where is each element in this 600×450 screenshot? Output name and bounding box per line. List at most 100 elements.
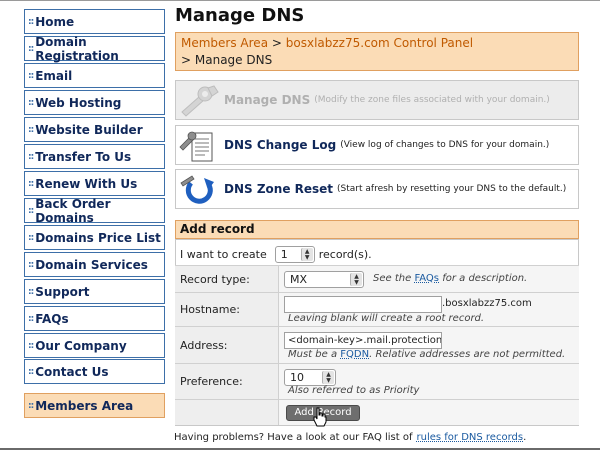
bullet-icon: :: <box>28 124 34 135</box>
breadcrumb-control-panel-link[interactable]: bosxlabzz75.com Control Panel <box>286 36 473 50</box>
sidebar-item-label: Back Order Domains <box>35 196 111 225</box>
sidebar-item-transfer-to-us[interactable]: :: Transfer To Us <box>24 144 165 169</box>
bullet-icon: :: <box>28 70 34 81</box>
record-type-row: Record type: MX ▲ ▼ See the FAQs for a de… <box>175 265 579 292</box>
record-type-value: MX <box>290 273 308 286</box>
record-count-select[interactable]: 1 ▲ ▼ <box>274 246 315 263</box>
bullet-icon: :: <box>28 366 34 377</box>
log-document-icon <box>179 131 213 162</box>
manage-dns-action: Manage DNS (Modify the zone files associ… <box>175 80 579 120</box>
address-hint-suffix: . Relative addresses are not permitted. <box>369 349 566 360</box>
hostname-input[interactable] <box>284 296 442 313</box>
bullet-icon: :: <box>28 340 34 351</box>
address-label: Address: <box>175 327 279 363</box>
sidebar-item-home[interactable]: :: Home <box>24 9 165 34</box>
dns-change-log-title[interactable]: DNS Change Log <box>224 138 336 152</box>
sidebar-item-label: Website Builder <box>35 122 143 137</box>
sidebar-item-label: Transfer To Us <box>35 149 132 164</box>
sidebar-item-label: Our Company <box>35 338 127 353</box>
preference-label: Preference: <box>175 364 279 399</box>
preference-value: 10 <box>290 371 304 384</box>
sidebar-item-domains-price-list[interactable]: :: Domains Price List <box>24 225 165 250</box>
submit-row <box>175 399 579 425</box>
record-count-suffix: record(s). <box>318 248 372 261</box>
record-count-row: I want to create 1 ▲ ▼ record(s). <box>180 246 372 263</box>
bullet-icon: :: <box>28 259 34 270</box>
sidebar-item-label: Domains Price List <box>35 230 161 245</box>
sidebar-item-label: Email <box>35 68 73 83</box>
breadcrumb-separator: > <box>181 53 192 67</box>
sidebar-item-label: Contact Us <box>35 364 109 379</box>
sidebar-item-renew-with-us[interactable]: :: Renew With Us <box>24 171 165 196</box>
dns-rules-link[interactable]: rules for DNS records <box>417 432 524 443</box>
help-footer-text: Having problems? Have a look at our FAQ … <box>174 432 413 443</box>
record-type-hint-prefix: See the <box>373 273 412 284</box>
dns-zone-reset-description: (Start afresh by resetting your DNS to t… <box>337 184 567 194</box>
record-count-value: 1 <box>280 248 288 261</box>
faqs-link[interactable]: FAQs <box>414 273 439 284</box>
sidebar-item-faqs[interactable]: :: FAQs <box>24 306 165 331</box>
hostname-label: Hostname: <box>175 293 279 326</box>
hostname-value-cell: .bosxlabzz75.com Leaving blank will crea… <box>279 293 579 326</box>
sidebar-item-web-hosting[interactable]: :: Web Hosting <box>24 90 165 115</box>
bullet-icon: :: <box>28 232 34 243</box>
bullet-icon: :: <box>28 151 34 162</box>
sidebar-item-members-area[interactable]: :: Members Area <box>24 393 165 418</box>
select-arrows-icon: ▲ ▼ <box>350 273 362 286</box>
manage-dns-description: (Modify the zone files associated with y… <box>314 95 550 105</box>
sidebar-item-label: Support <box>35 284 90 299</box>
bullet-icon: :: <box>28 178 34 189</box>
sidebar-item-label: Home <box>35 14 75 29</box>
sidebar-item-email[interactable]: :: Email <box>24 63 165 88</box>
sidebar-item-label: Renew With Us <box>35 176 138 191</box>
bullet-icon: :: <box>28 313 34 324</box>
reset-icon <box>180 175 214 204</box>
dns-zone-reset-action[interactable]: DNS Zone Reset (Start afresh by resettin… <box>175 169 579 209</box>
select-arrows-icon: ▲ ▼ <box>300 248 313 261</box>
dns-change-log-action[interactable]: DNS Change Log (View log of changes to D… <box>175 125 579 165</box>
help-footer: Having problems? Have a look at our FAQ … <box>174 432 526 443</box>
sidebar-item-our-company[interactable]: :: Our Company <box>24 333 165 358</box>
preference-select[interactable]: 10 ▲ ▼ <box>284 369 336 386</box>
sidebar-item-domain-registration[interactable]: :: Domain Registration <box>24 35 165 63</box>
address-hint-prefix: Must be a <box>288 349 338 360</box>
record-type-label: Record type: <box>175 266 279 292</box>
address-hint: Must be a FQDN. Relative addresses are n… <box>288 349 565 360</box>
record-type-select[interactable]: MX ▲ ▼ <box>284 271 364 288</box>
sidebar-item-back-order-domains[interactable]: :: Back Order Domains <box>24 196 165 225</box>
address-row: Address: <domain-key>.mail.protection.o … <box>175 326 579 363</box>
breadcrumb-separator: > <box>271 36 282 50</box>
sidebar-item-label: FAQs <box>35 311 69 326</box>
sidebar-item-label: Domain Services <box>35 257 148 272</box>
dns-change-log-description: (View log of changes to DNS for your dom… <box>340 140 550 150</box>
submit-row-label-cell <box>175 400 279 425</box>
address-input[interactable]: <domain-key>.mail.protection.o <box>284 332 442 349</box>
breadcrumb-members-area-link[interactable]: Members Area <box>181 36 268 50</box>
record-count-prefix: I want to create <box>180 248 267 261</box>
sidebar-item-label: Members Area <box>35 398 134 413</box>
address-value-cell: <domain-key>.mail.protection.o Must be a… <box>279 327 579 363</box>
window-top-border <box>0 0 600 1</box>
record-type-value-cell: MX ▲ ▼ See the FAQs for a description. <box>279 266 579 292</box>
sidebar-item-support[interactable]: :: Support <box>24 279 165 304</box>
hand-cursor-icon <box>313 407 327 427</box>
record-type-hint-suffix: for a description. <box>442 273 528 284</box>
bullet-icon: :: <box>28 43 34 54</box>
fqdn-link[interactable]: FQDN <box>340 349 369 360</box>
dns-zone-reset-title[interactable]: DNS Zone Reset <box>224 182 333 196</box>
hostname-row: Hostname: .bosxlabzz75.com Leaving blank… <box>175 292 579 326</box>
sidebar-item-website-builder[interactable]: :: Website Builder <box>24 117 165 142</box>
wrench-icon <box>181 85 219 117</box>
preference-row: Preference: 10 ▲ ▼ Also referred to as Pr… <box>175 363 579 399</box>
bullet-icon: :: <box>28 286 34 297</box>
bullet-icon: :: <box>28 97 34 108</box>
help-footer-period: . <box>523 432 527 443</box>
sidebar-item-domain-services[interactable]: :: Domain Services <box>24 252 165 277</box>
bullet-icon: :: <box>28 400 34 411</box>
record-type-hint: See the FAQs for a description. <box>373 273 527 284</box>
sidebar-item-contact-us[interactable]: :: Contact Us <box>24 359 165 384</box>
preference-hint: Also referred to as Priority <box>288 385 420 396</box>
breadcrumb-current: Manage DNS <box>194 53 273 67</box>
preference-value-cell: 10 ▲ ▼ Also referred to as Priority <box>279 364 579 399</box>
hostname-hint: Leaving blank will create a root record. <box>288 313 485 324</box>
